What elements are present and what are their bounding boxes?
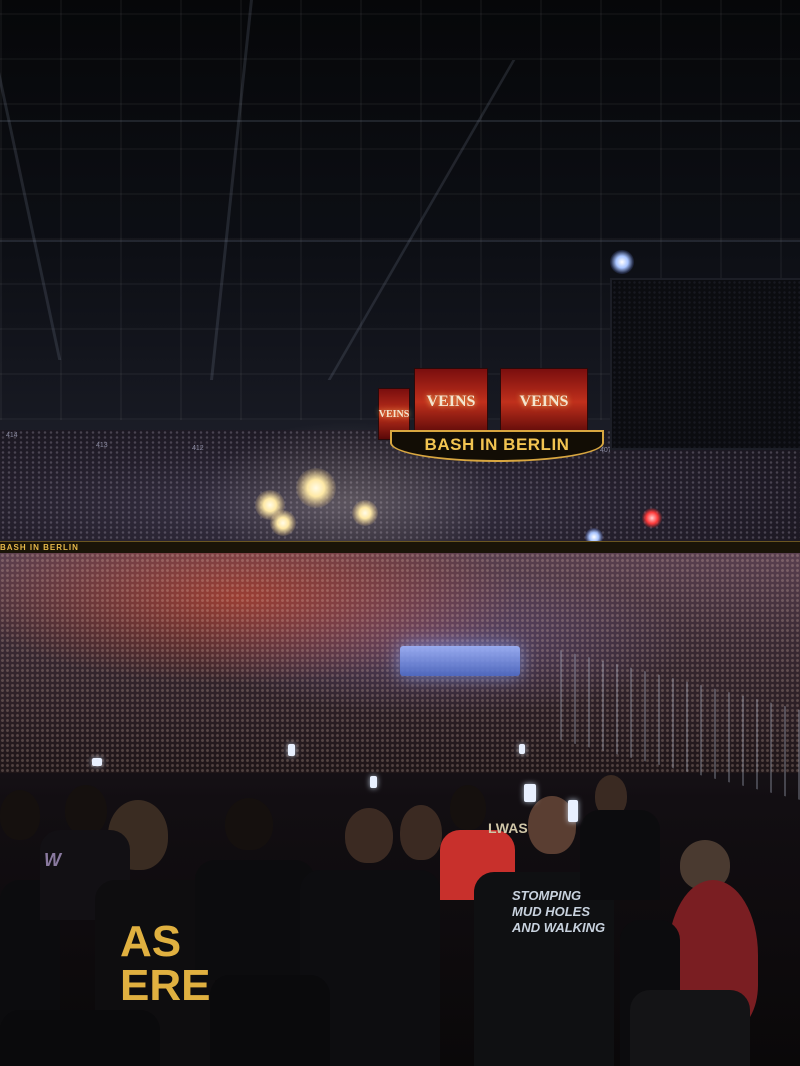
shirt-print-center: STOMPING MUD HOLES AND WALKING — [512, 888, 606, 935]
crowd-body — [580, 810, 660, 900]
wwe-logo: W — [44, 850, 61, 870]
spotlight — [610, 250, 634, 274]
phone-screen — [568, 800, 578, 822]
crowd-body — [630, 990, 750, 1066]
jumbotron-screen-middle: VEINS — [414, 368, 488, 436]
section-number: 413 — [96, 442, 108, 449]
roof-truss — [0, 240, 800, 242]
crowd-body — [195, 860, 315, 980]
phone-screen — [288, 744, 295, 756]
center-hung-jumbotron: VEINS VEINS VEINS BASH IN BERLIN — [378, 368, 610, 474]
phone-screen — [524, 784, 536, 802]
phone-screen — [92, 758, 102, 766]
crowd-head — [65, 785, 107, 835]
shirt-print-left: AS ERE — [120, 917, 211, 1010]
spotlight — [642, 508, 662, 528]
ribbon-board-text: BASH IN BERLIN — [0, 543, 79, 552]
crowd-body — [0, 1010, 160, 1066]
spotlight — [296, 468, 336, 508]
crowd-head — [225, 798, 273, 850]
wrestling-ring — [400, 646, 520, 676]
crowd-head — [450, 785, 486, 830]
jumbotron-ring-banner: BASH IN BERLIN — [390, 430, 604, 462]
side-video-screen — [610, 278, 800, 450]
roof-truss — [0, 120, 800, 122]
crowd-head — [400, 805, 442, 860]
phone-screen — [370, 776, 377, 788]
section-number: 414 — [6, 432, 18, 439]
arena-scene: 414 413 412 407 VEINS VEINS VEINS BASH I… — [0, 0, 800, 1066]
jumbotron-screen-right: VEINS — [500, 368, 588, 436]
spotlight — [270, 510, 296, 536]
shirt-print-right: LWAS — [488, 820, 528, 836]
phone-screen — [519, 744, 525, 754]
crowd-body — [210, 975, 330, 1066]
crowd-head — [345, 808, 393, 863]
crowd-head — [0, 790, 40, 840]
spotlight — [352, 500, 378, 526]
